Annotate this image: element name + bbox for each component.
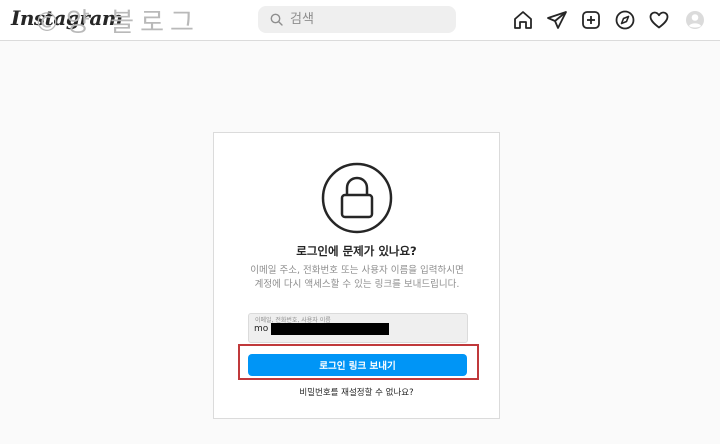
new-post-icon[interactable] — [580, 9, 602, 31]
account-identifier-field[interactable]: 이메일, 전화번호, 사용자 이름 mo — [248, 313, 468, 343]
explore-icon[interactable] — [614, 9, 636, 31]
field-value[interactable]: mo — [254, 324, 268, 334]
login-help-card: 로그인에 문제가 있나요? 이메일 주소, 전화번호 또는 사용자 이름을 입력… — [213, 132, 500, 419]
direct-message-icon[interactable] — [546, 9, 568, 31]
activity-heart-icon[interactable] — [648, 9, 670, 31]
search-box[interactable] — [258, 6, 456, 33]
profile-avatar-icon[interactable] — [684, 9, 706, 31]
instructions-text: 이메일 주소, 전화번호 또는 사용자 이름을 입력하시면 계정에 다시 액세스… — [250, 265, 464, 290]
redaction-box — [271, 323, 389, 335]
watermark-overlay: ©양 블로그 — [34, 8, 200, 38]
top-navigation-bar: Instagram ©양 블로그 — [0, 0, 720, 41]
cannot-reset-password-link[interactable]: 비밀번호를 재설정할 수 없나요? — [214, 386, 499, 398]
home-icon[interactable] — [512, 9, 534, 31]
search-input[interactable] — [290, 6, 450, 33]
search-icon — [270, 13, 283, 26]
lock-icon — [321, 162, 393, 234]
page-title: 로그인에 문제가 있나요? — [296, 244, 417, 258]
send-login-link-button[interactable]: 로그인 링크 보내기 — [248, 354, 467, 376]
